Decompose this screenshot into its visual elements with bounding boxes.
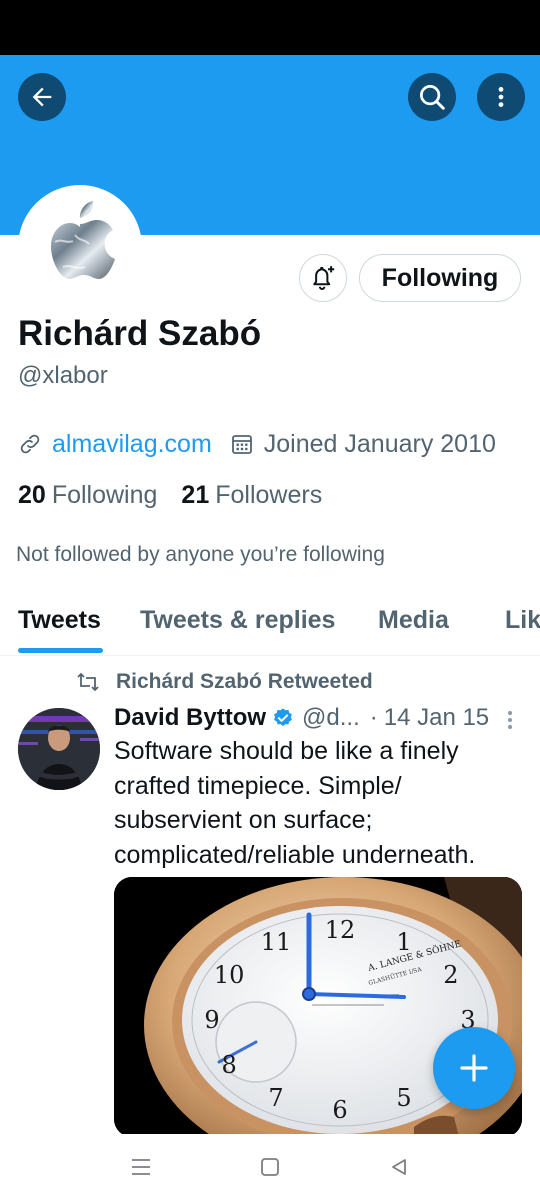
notifications-button[interactable] bbox=[299, 254, 347, 302]
arrow-left-icon bbox=[32, 87, 52, 107]
system-menu-button[interactable] bbox=[124, 1150, 158, 1184]
following-label: Following bbox=[51, 480, 158, 509]
search-icon bbox=[420, 85, 445, 110]
profile-name: Richárd Szabó bbox=[18, 314, 262, 353]
followers-count-link[interactable]: 21 Followers bbox=[181, 481, 322, 510]
follow-counts: 20 Following 21 Followers bbox=[18, 478, 322, 512]
author-photo bbox=[18, 708, 100, 790]
following-count: 20 bbox=[18, 480, 46, 509]
bell-plus-icon bbox=[313, 266, 335, 290]
system-home-button[interactable] bbox=[253, 1150, 287, 1184]
followers-label: Followers bbox=[215, 480, 323, 509]
menu-icon bbox=[132, 1159, 150, 1175]
system-back-button[interactable] bbox=[382, 1150, 416, 1184]
tweet-text: Software should be like a finely crafted… bbox=[114, 737, 476, 869]
watch-numeral: 5 bbox=[396, 1084, 411, 1112]
tweet-author-avatar[interactable] bbox=[18, 708, 100, 790]
watch-numeral: 2 bbox=[443, 961, 458, 989]
joined-label: Joined January 2010 bbox=[263, 429, 496, 458]
system-nav-bar bbox=[0, 1134, 540, 1200]
tweet-more-button[interactable] bbox=[500, 706, 520, 734]
verified-badge-icon bbox=[272, 707, 294, 729]
tweet-header: David Byttow @d... · 14 Jan 15 bbox=[114, 702, 524, 734]
apple-logo-icon bbox=[50, 201, 115, 279]
profile-avatar[interactable] bbox=[18, 185, 142, 309]
following-count-link[interactable]: 20 Following bbox=[18, 481, 157, 510]
tweet-separator: · bbox=[369, 704, 378, 731]
website-link[interactable]: almavilag.com bbox=[52, 430, 212, 459]
retweet-icon bbox=[77, 672, 99, 692]
retweet-context-label: Richárd Szabó Retweeted bbox=[116, 670, 373, 693]
tab-media[interactable]: Media bbox=[378, 598, 449, 656]
watch-numeral: 8 bbox=[221, 1051, 236, 1079]
search-button[interactable] bbox=[408, 73, 456, 121]
calendar-icon bbox=[231, 435, 252, 454]
compose-tweet-button[interactable] bbox=[433, 1027, 515, 1109]
retweet-context: Richárd Szabó Retweeted bbox=[76, 667, 373, 697]
tab-likes[interactable]: Lik bbox=[505, 598, 540, 656]
follow-context: Not followed by anyone you’re following bbox=[16, 543, 385, 566]
active-tab-indicator bbox=[18, 648, 103, 653]
back-triangle-icon bbox=[392, 1159, 406, 1175]
profile-handle: @xlabor bbox=[18, 362, 108, 389]
vertical-dots-icon bbox=[498, 87, 504, 107]
tweet-author-handle: @d... bbox=[302, 704, 360, 731]
status-bar bbox=[0, 0, 540, 55]
more-options-button[interactable] bbox=[477, 73, 525, 121]
tab-tweets-replies[interactable]: Tweets & replies bbox=[140, 598, 335, 656]
watch-numeral: 11 bbox=[261, 928, 292, 956]
tweet-author-name[interactable]: David Byttow bbox=[114, 704, 266, 732]
watch-numeral: 7 bbox=[268, 1084, 283, 1112]
profile-meta: almavilag.com Joined January 2010 bbox=[18, 427, 496, 461]
watch-numeral: 10 bbox=[214, 961, 245, 989]
link-icon bbox=[20, 434, 40, 454]
watch-numeral: 9 bbox=[204, 1006, 219, 1034]
watch-numeral: 6 bbox=[332, 1096, 347, 1124]
joined-date: Joined January 2010 bbox=[230, 430, 496, 459]
home-square-icon bbox=[261, 1158, 279, 1176]
tweet-date[interactable]: 14 Jan 15 bbox=[384, 704, 489, 732]
followers-count: 21 bbox=[181, 480, 210, 509]
watch-numeral: 1 bbox=[396, 928, 411, 956]
following-button[interactable]: Following bbox=[359, 254, 521, 302]
watch-numeral: 12 bbox=[325, 916, 356, 944]
plus-icon bbox=[460, 1054, 488, 1082]
back-button[interactable] bbox=[18, 73, 66, 121]
